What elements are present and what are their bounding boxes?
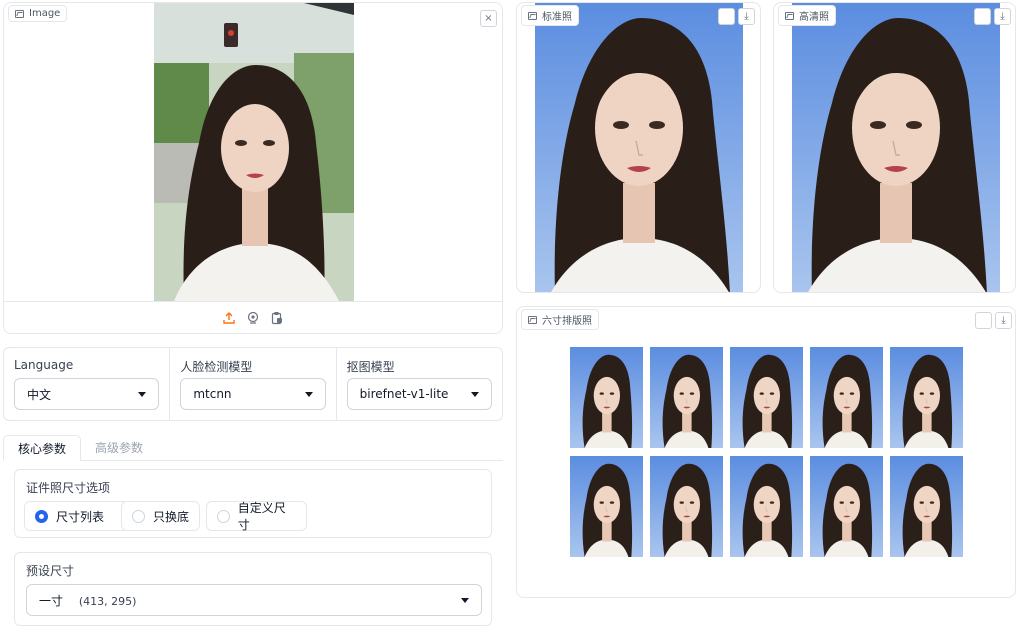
hd-photo-panel: 高清照 ⤓	[773, 2, 1016, 293]
image-icon	[785, 11, 794, 20]
preset-size-group: 预设尺寸 一寸 (413, 295)	[14, 552, 492, 626]
language-value: 中文	[27, 387, 52, 402]
radio-size-list-label: 尺寸列表	[56, 509, 105, 524]
model-selectors: Language 中文 人脸检测模型 mtcnn 抠图模型 birefnet-v…	[3, 347, 503, 421]
fullscreen-button[interactable]	[974, 8, 991, 25]
layout-photo-label: 六寸排版照	[521, 309, 599, 330]
clear-image-button[interactable]: ×	[480, 10, 497, 27]
input-photo	[154, 3, 354, 301]
layout-thumbnail	[730, 456, 803, 557]
radio-custom-size-label: 自定义尺寸	[237, 501, 286, 532]
radio-background-only[interactable]: 只换底	[121, 501, 200, 531]
matting-model-dropdown[interactable]: birefnet-v1-lite	[346, 378, 492, 410]
chevron-down-icon	[461, 597, 469, 603]
layout-thumbnail	[810, 347, 883, 448]
layout-photo-grid	[570, 347, 964, 559]
clipboard-icon[interactable]	[270, 311, 284, 325]
layout-thumbnail	[730, 347, 803, 448]
tab-advanced-params[interactable]: 高级参数	[81, 435, 157, 460]
close-icon: ×	[484, 13, 493, 24]
preset-size-dropdown[interactable]: 一寸 (413, 295)	[26, 584, 482, 616]
matting-model-label: 抠图模型	[346, 360, 395, 374]
layout-thumbnail	[570, 347, 643, 448]
standard-photo-panel: 标准照 ⤓	[516, 2, 761, 293]
hd-photo	[792, 3, 1000, 292]
face-model-value: mtcnn	[193, 387, 232, 401]
preset-size-value: 一寸 (413, 295)	[39, 592, 136, 609]
image-icon	[15, 9, 24, 18]
preset-size-label: 预设尺寸	[26, 564, 75, 578]
radio-checked-icon	[35, 509, 48, 523]
matting-model-value: birefnet-v1-lite	[359, 387, 449, 401]
download-button[interactable]: ⤓	[995, 312, 1012, 329]
download-button[interactable]: ⤓	[738, 8, 755, 25]
image-input-panel[interactable]: Image ×	[3, 2, 503, 334]
standard-photo-label: 标准照	[521, 5, 579, 26]
fullscreen-button[interactable]	[975, 312, 992, 329]
tab-core-params[interactable]: 核心参数	[3, 435, 82, 461]
radio-custom-size[interactable]: 自定义尺寸	[206, 501, 307, 532]
image-input-label: Image	[8, 5, 68, 22]
layout-thumbnail	[650, 456, 723, 557]
face-model-label: 人脸检测模型	[180, 360, 253, 374]
chevron-down-icon	[470, 391, 479, 397]
size-options-label: 证件照尺寸选项	[26, 481, 111, 495]
layout-thumbnail	[890, 347, 963, 448]
face-model-dropdown[interactable]: mtcnn	[180, 378, 326, 410]
hd-photo-label: 高清照	[778, 5, 836, 26]
parameter-tabs: 核心参数 高级参数	[3, 435, 503, 461]
layout-thumbnail	[570, 456, 643, 557]
layout-photo-panel: 六寸排版照 ⤓	[516, 306, 1016, 598]
standard-photo	[535, 3, 743, 292]
radio-size-list[interactable]: 尺寸列表	[24, 501, 129, 531]
image-source-toolbar	[4, 301, 502, 333]
image-icon	[528, 315, 537, 324]
download-icon: ⤓	[1001, 315, 1006, 326]
upload-icon[interactable]	[222, 311, 236, 325]
face-model-selector: 人脸检测模型 mtcnn	[170, 348, 337, 420]
chevron-down-icon	[138, 391, 147, 397]
download-icon: ⤓	[744, 11, 749, 22]
download-icon: ⤓	[1000, 11, 1005, 22]
preset-size-name: 一寸	[39, 593, 64, 608]
chevron-down-icon	[304, 391, 313, 397]
language-selector: Language 中文	[4, 348, 171, 420]
radio-unchecked-icon	[217, 509, 230, 523]
language-label: Language	[14, 358, 74, 372]
fullscreen-button[interactable]	[718, 8, 735, 25]
matting-model-selector: 抠图模型 birefnet-v1-lite	[337, 348, 502, 420]
language-dropdown[interactable]: 中文	[14, 378, 160, 410]
radio-background-only-label: 只换底	[153, 509, 190, 524]
layout-thumbnail	[810, 456, 883, 557]
download-button[interactable]: ⤓	[994, 8, 1011, 25]
image-icon	[528, 11, 537, 20]
webcam-icon[interactable]	[246, 311, 260, 325]
layout-thumbnail	[890, 456, 963, 557]
layout-thumbnail	[650, 347, 723, 448]
preset-size-dims: (413, 295)	[78, 594, 137, 608]
size-options-group: 证件照尺寸选项 尺寸列表 只换底 自定义尺寸	[14, 469, 492, 538]
radio-unchecked-icon	[132, 509, 145, 523]
